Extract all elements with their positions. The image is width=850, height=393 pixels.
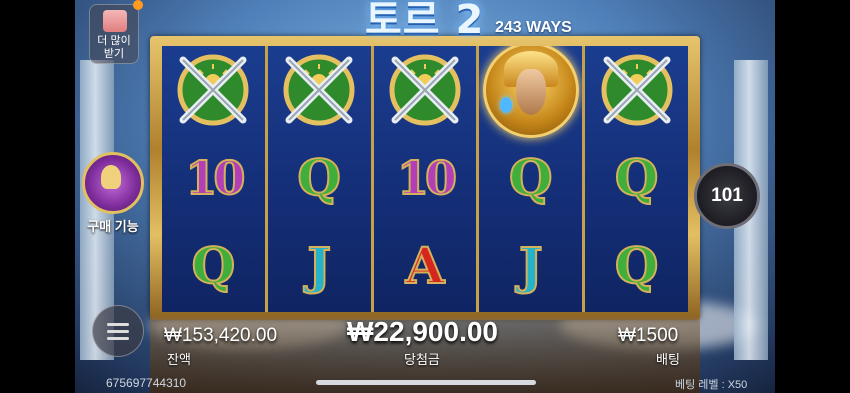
get-more-label-line2: 받기 bbox=[103, 48, 125, 60]
symbol-A: A bbox=[405, 236, 446, 295]
reel-symbol: Q bbox=[479, 134, 582, 222]
symbol-J: J bbox=[518, 236, 544, 295]
crossed-swords-shield-icon bbox=[389, 54, 461, 126]
get-more-button[interactable]: 더 많이 받기 bbox=[89, 0, 143, 64]
reel-symbol: Q bbox=[162, 222, 265, 310]
reel-symbol: J bbox=[479, 222, 582, 310]
reel-symbol: Q bbox=[268, 134, 371, 222]
reel-symbol: 10 bbox=[162, 134, 265, 222]
menu-button[interactable] bbox=[92, 305, 144, 357]
symbol-10: 10 bbox=[396, 151, 458, 205]
win-label: 당첨금 bbox=[404, 352, 440, 367]
symbol-J: J bbox=[306, 236, 332, 295]
reel-symbol: 10 bbox=[374, 134, 477, 222]
notification-dot bbox=[133, 0, 143, 10]
bet-label: 배팅 bbox=[656, 352, 680, 367]
reel-symbol bbox=[268, 46, 371, 134]
buy-feature-label: 구매 기능 bbox=[87, 219, 139, 234]
buy-feature-button[interactable]: 구매 기능 bbox=[80, 152, 146, 235]
symbol-Q: Q bbox=[508, 148, 554, 207]
symbol-Q: Q bbox=[614, 236, 660, 295]
symbol-Q: Q bbox=[614, 148, 660, 207]
reel-grid: 10 Q QJ 10 A Q J QQ bbox=[162, 46, 688, 312]
symbol-Q: Q bbox=[296, 148, 342, 207]
tree-icon bbox=[82, 152, 144, 214]
left-letterbox bbox=[0, 0, 75, 393]
reel-symbol bbox=[479, 46, 582, 138]
bet-level: 베팅 레벨 : X50 bbox=[675, 379, 748, 391]
reel-symbol: Q bbox=[585, 222, 688, 310]
crossed-swords-shield-icon bbox=[177, 54, 249, 126]
reel-symbol: Q bbox=[585, 134, 688, 222]
reel-symbol bbox=[162, 46, 265, 134]
spin-button[interactable]: 101 bbox=[694, 163, 760, 229]
right-letterbox bbox=[775, 0, 850, 393]
crossed-swords-shield-icon bbox=[601, 54, 673, 126]
crossed-swords-shield-icon bbox=[283, 54, 355, 126]
get-more-label-line1: 더 많이 bbox=[97, 35, 131, 47]
bet-value[interactable]: ₩1500 bbox=[618, 325, 678, 347]
session-id: 675697744310 bbox=[106, 376, 187, 390]
gift-icon bbox=[103, 10, 127, 32]
reel-symbol: A bbox=[374, 222, 477, 310]
symbol-Q: Q bbox=[191, 236, 237, 295]
game-title: 토르 2 bbox=[365, 0, 485, 43]
win-value: ₩22,900.00 bbox=[347, 316, 498, 347]
reel-symbol bbox=[585, 46, 688, 134]
reel-4: QJ bbox=[479, 46, 583, 312]
reel-1: 10 Q bbox=[162, 46, 265, 312]
balance-label: 잔액 bbox=[167, 352, 191, 367]
symbol-10: 10 bbox=[184, 151, 246, 205]
reel-2: QJ bbox=[267, 46, 371, 312]
reel-symbol bbox=[374, 46, 477, 134]
balance-value: ₩153,420.00 bbox=[164, 325, 278, 346]
reel-5: QQ bbox=[585, 46, 688, 312]
thor-hero-icon bbox=[482, 46, 579, 138]
ways-badge: 243 WAYS bbox=[495, 19, 572, 36]
auto-spin-count: 101 bbox=[711, 185, 743, 206]
reel-3: 10 A bbox=[373, 46, 477, 312]
game-stage: 10 Q QJ 10 A Q J QQ 토르 2 243 WAYS 더 많이 받기 구매… bbox=[0, 0, 850, 393]
home-indicator[interactable] bbox=[316, 380, 536, 385]
reel-symbol: J bbox=[268, 222, 371, 310]
